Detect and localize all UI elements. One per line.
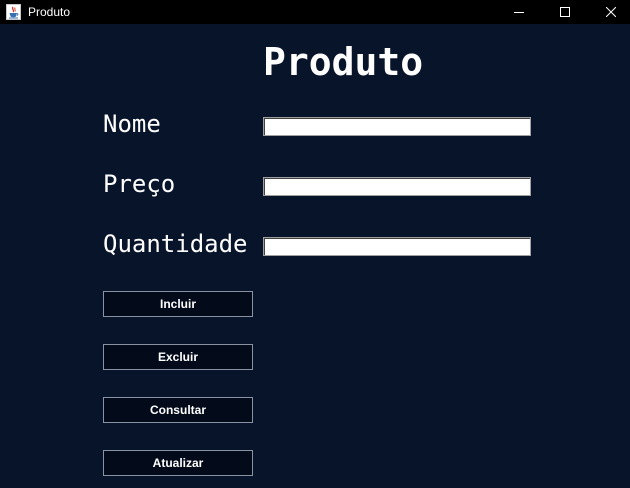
price-label: Preço: [103, 170, 176, 198]
java-cup-icon: [6, 4, 21, 20]
quantity-label: Quantidade: [103, 230, 248, 258]
minimize-icon: [514, 12, 524, 13]
title-bar[interactable]: Produto: [0, 0, 630, 24]
query-button[interactable]: Consultar: [103, 397, 253, 423]
name-input[interactable]: [263, 117, 531, 136]
minimize-button[interactable]: [496, 0, 542, 24]
update-button[interactable]: Atualizar: [103, 450, 253, 476]
form-heading: Produto: [263, 40, 424, 84]
window-title: Produto: [28, 5, 71, 19]
name-label: Nome: [103, 110, 161, 138]
delete-button[interactable]: Excluir: [103, 344, 253, 370]
close-button[interactable]: [588, 0, 630, 24]
close-icon: [606, 7, 616, 17]
price-input[interactable]: [263, 177, 531, 196]
include-button[interactable]: Incluir: [103, 291, 253, 317]
maximize-button[interactable]: [542, 0, 588, 24]
product-window: Produto Produto Nome Preço Quantidade In…: [0, 0, 630, 488]
maximize-icon: [560, 7, 570, 17]
quantity-input[interactable]: [263, 237, 531, 256]
